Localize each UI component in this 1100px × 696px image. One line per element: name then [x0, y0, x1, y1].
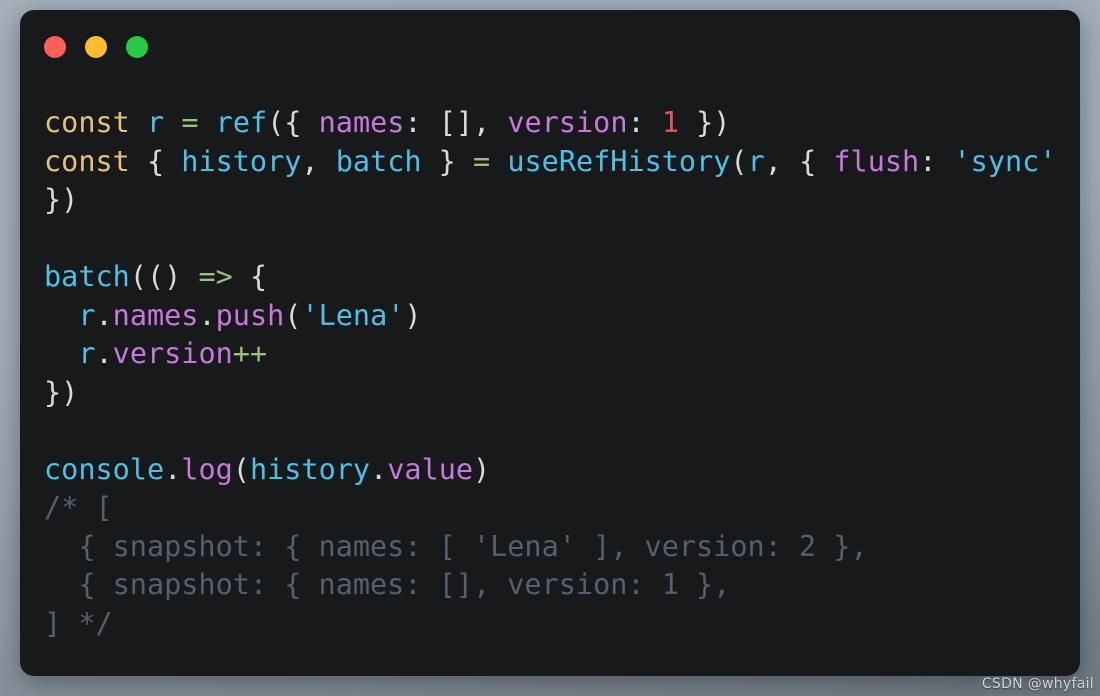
code-line: }): [44, 181, 1080, 220]
code-line: { snapshot: { names: [], version: 1 },: [44, 566, 1080, 605]
code-token-prop: push: [215, 298, 285, 332]
code-line: batch(() => {: [44, 258, 1080, 297]
code-token-comment: /* [: [44, 491, 113, 524]
code-token-punc: .: [164, 452, 182, 486]
code-line: const { history, batch } = useRefHistory…: [44, 143, 1080, 182]
code-token-op: =>: [198, 260, 233, 293]
code-token-punc: [164, 106, 181, 139]
code-token-ident: r: [146, 106, 165, 139]
code-token-punc: , {: [764, 144, 834, 178]
code-token-punc: }: [421, 144, 473, 178]
code-token-punc: [490, 145, 507, 178]
code-token-punc: (: [284, 298, 302, 332]
code-token-punc: ({: [267, 106, 319, 139]
minimize-window-button[interactable]: [85, 36, 107, 58]
page-root: const r = ref({ names: [], version: 1 })…: [0, 0, 1100, 696]
code-block[interactable]: const r = ref({ names: [], version: 1 })…: [20, 84, 1080, 676]
close-window-button[interactable]: [44, 36, 66, 58]
code-token-punc: }): [44, 375, 79, 409]
code-token-ident: r: [78, 298, 96, 332]
code-line: const r = ref({ names: [], version: 1 }): [44, 104, 1080, 143]
code-token-punc: [198, 106, 215, 139]
code-line: /* [: [44, 489, 1080, 528]
code-token-ident: r: [78, 337, 96, 370]
code-token-prop: version: [112, 337, 233, 370]
code-token-ident: r: [747, 144, 765, 178]
code-token-comment: { snapshot: { names: [ 'Lena' ], version…: [44, 529, 868, 563]
code-token-ident: console: [44, 452, 165, 486]
code-token-ident: history: [181, 144, 302, 178]
window-titlebar: [20, 10, 1080, 84]
code-token-punc: :: [627, 106, 662, 139]
code-token-prop: flush: [833, 144, 920, 178]
code-line: ] */: [44, 605, 1080, 644]
code-token-punc: (: [232, 452, 250, 486]
code-token-punc: {: [232, 260, 268, 293]
code-token-kw: const: [44, 106, 130, 139]
code-line: }): [44, 374, 1080, 413]
code-token-prop: names: [318, 106, 405, 139]
code-token-prop: value: [387, 452, 474, 486]
code-token-punc: ): [404, 298, 422, 332]
code-token-punc: {: [129, 144, 182, 178]
code-token-punc: ((): [129, 260, 199, 293]
code-token-comment: ] */: [44, 606, 113, 640]
watermark-label: CSDN @whyfail: [981, 676, 1094, 692]
code-token-punc: .: [95, 337, 113, 370]
code-token-punc: .: [198, 298, 216, 332]
code-token-punc: .: [95, 298, 113, 332]
maximize-window-button[interactable]: [126, 36, 148, 58]
code-token-punc: (: [730, 144, 748, 178]
code-token-num: 1: [661, 106, 679, 139]
code-token-op: =: [473, 144, 491, 178]
code-token-punc: [44, 337, 78, 370]
code-token-prop: names: [112, 298, 199, 332]
code-token-punc: [44, 299, 78, 332]
code-token-ident: history: [249, 452, 371, 486]
code-token-punc: .: [370, 452, 388, 486]
code-token-punc: ): [473, 452, 491, 486]
code-token-punc: : [],: [404, 106, 508, 139]
code-line: { snapshot: { names: [ 'Lena' ], version…: [44, 528, 1080, 567]
code-token-comment: { snapshot: { names: [], version: 1 },: [44, 568, 731, 601]
code-token-punc: }): [678, 106, 731, 139]
code-token-str: 'sync': [953, 144, 1057, 178]
code-token-str: 'Lena': [301, 298, 405, 332]
code-token-punc: ,: [301, 144, 336, 178]
code-token-prop: log: [181, 452, 233, 486]
code-token-punc: :: [919, 144, 954, 178]
code-line: console.log(history.value): [44, 451, 1080, 490]
code-token-ident: batch: [335, 144, 422, 178]
code-line: r.names.push('Lena'): [44, 297, 1080, 336]
code-token-punc: }): [44, 183, 79, 216]
code-window-card: const r = ref({ names: [], version: 1 })…: [20, 10, 1080, 676]
code-token-prop: version: [507, 106, 628, 139]
code-token-fn: useRefHistory: [507, 144, 731, 178]
code-token-punc: [130, 106, 147, 139]
code-token-op: =: [181, 106, 199, 139]
code-token-fn: batch: [44, 260, 130, 293]
code-line: r.version++: [44, 335, 1080, 374]
code-token-kw: const: [44, 144, 130, 178]
code-token-op: ++: [232, 337, 268, 370]
code-token-fn: ref: [215, 106, 268, 139]
